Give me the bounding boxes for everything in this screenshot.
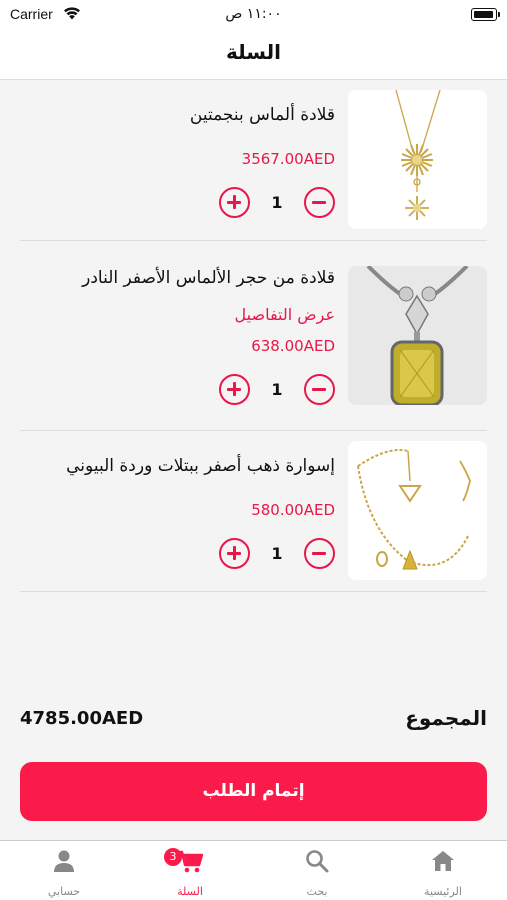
person-icon (54, 850, 74, 872)
page-title: السلة (225, 40, 281, 64)
tab-search[interactable]: بحث (254, 841, 380, 900)
quantity-stepper: 1 (219, 374, 335, 408)
cart-count-badge: 3 (164, 848, 182, 866)
decrease-quantity-button[interactable] (304, 538, 335, 569)
battery-icon (471, 8, 500, 21)
order-total: 4785.00AED المجموع (20, 700, 487, 740)
tab-label: حسابي (47, 885, 81, 898)
home-icon (432, 851, 454, 871)
total-label: المجموع (405, 706, 487, 730)
product-name: قلادة من حجر الألماس الأصفر النادر (82, 268, 335, 288)
cart-item[interactable]: إسوارة ذهب أصفر ببتلات وردة البيوني 580.… (20, 431, 487, 592)
quantity-stepper: 1 (219, 538, 335, 572)
quantity-stepper: 1 (219, 187, 335, 221)
view-details-link[interactable]: عرض التفاصيل (235, 305, 335, 324)
product-price: 3567.00AED (241, 150, 335, 168)
search-icon (306, 850, 329, 873)
tab-label: بحث (306, 885, 328, 898)
status-bar: Carrier ١١:٠٠ ص (0, 0, 507, 30)
decrease-quantity-button[interactable] (304, 187, 335, 218)
product-name: قلادة ألماس بنجمتين (189, 105, 335, 125)
tab-cart[interactable]: 3 السلة (127, 841, 253, 900)
tab-bar: الرئيسية بحث 3 السلة حسابي (0, 840, 507, 900)
tab-account[interactable]: حسابي (1, 841, 127, 900)
product-image-star-necklace[interactable] (348, 90, 487, 229)
tab-home[interactable]: الرئيسية (380, 841, 506, 900)
cart-item[interactable]: قلادة ألماس بنجمتين 3567.00AED 1 (20, 80, 487, 241)
cart-item[interactable]: قلادة من حجر الألماس الأصفر النادر عرض ا… (20, 241, 487, 431)
tab-label: السلة (177, 885, 203, 898)
product-price: 580.00AED (251, 501, 335, 519)
clock: ١١:٠٠ ص (225, 6, 282, 22)
total-amount: 4785.00AED (20, 708, 144, 729)
tab-label: الرئيسية (424, 885, 462, 898)
product-name: إسوارة ذهب أصفر ببتلات وردة البيوني (66, 456, 335, 476)
product-image-peony-bracelet[interactable] (348, 441, 487, 580)
product-price: 638.00AED (251, 337, 335, 355)
product-image-yellow-diamond-necklace[interactable] (348, 266, 487, 405)
decrease-quantity-button[interactable] (304, 374, 335, 405)
navigation-bar: السلة (0, 30, 507, 80)
checkout-button[interactable]: إتمام الطلب (20, 762, 487, 821)
